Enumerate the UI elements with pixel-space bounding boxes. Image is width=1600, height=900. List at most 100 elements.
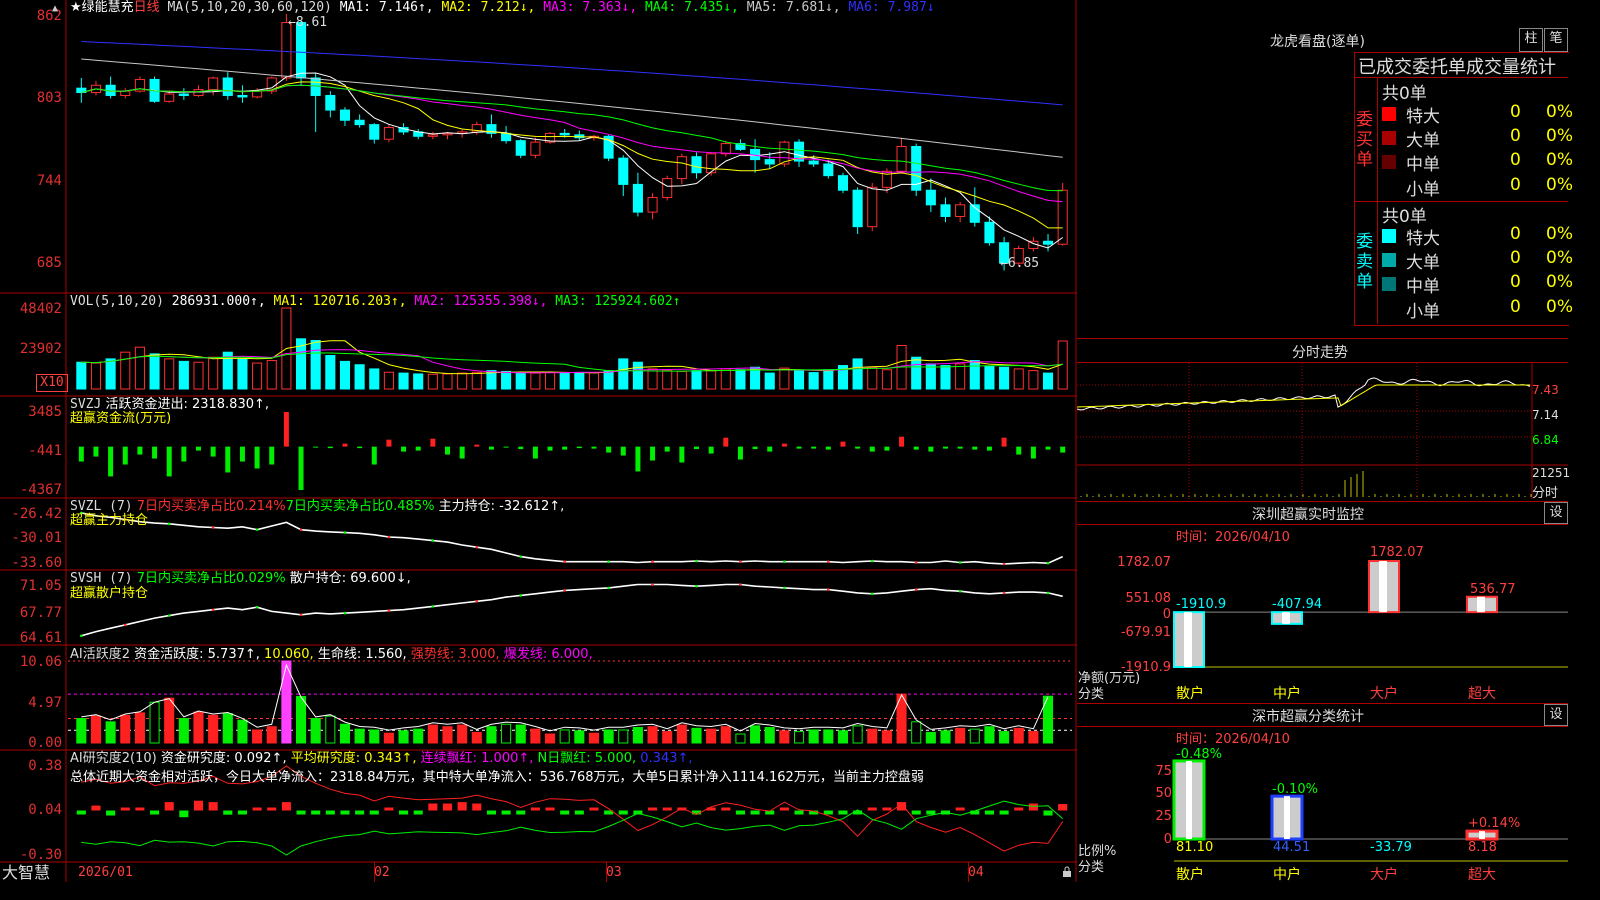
research-bar [340,810,350,815]
series-point [211,608,215,612]
ai1-ytick: 10.06 [19,654,62,670]
series-point [80,634,83,638]
volume-bar [618,358,629,390]
volume-bar [208,356,219,390]
scroll-up-icon[interactable]: ▲ [52,4,62,14]
activity-bar [706,728,717,744]
intraday-chart[interactable] [1077,363,1568,501]
class-cat: 超大 [1468,867,1496,883]
flow-bar [1030,446,1036,459]
volume-bar [911,356,922,390]
main-chart-canvas[interactable] [0,0,1077,882]
volume-bar [823,369,834,390]
series-point [475,545,479,549]
series-point [431,539,435,542]
svzl-ytick: -33.60 [11,555,62,571]
research-bar [560,810,570,815]
research-bar [999,810,1009,815]
flow-bar [1060,446,1066,453]
research-bar [779,807,789,811]
candle-body [427,134,438,137]
research-bar [311,810,321,815]
sz-settings-button[interactable]: 设 [1544,502,1568,524]
flow-bar [972,446,978,450]
flow-bar [737,446,743,460]
stock-name[interactable]: ★绿能慧充 [70,0,134,15]
activity-bar [413,728,424,744]
flow-bar [269,446,275,465]
activity-bar [852,725,863,744]
class-ytick: 50 [1155,786,1172,801]
svsh-header: SVSH (7) 7日内买卖净占比0.029% 散户持仓: 69.600↓, [70,572,411,586]
volume-bar [471,371,482,390]
volume-bar [662,370,673,390]
series-point [1046,561,1050,565]
bar-mode-button[interactable]: 柱 [1519,28,1543,52]
research-bar [618,810,628,815]
flow-bar [620,446,626,456]
candle-body [369,124,380,140]
period-label[interactable]: 日线 [134,0,160,15]
sz-time: 时间：2026/04/10 [1176,530,1290,545]
sz-ytick: -679.91 [1120,625,1171,640]
volume-bar [779,367,790,390]
flow-bar [488,446,494,450]
class-bar-shine [1479,831,1485,839]
class-settings-button[interactable]: 设 [1544,704,1568,726]
volume-bar [735,369,746,390]
svzl-subtitle: 超赢主力持仓 [70,513,149,528]
flow-bar [122,446,128,465]
research-bar [76,810,86,815]
volume-bar [852,358,863,390]
class-cat: 散户 [1176,867,1204,883]
activity-bar [647,726,658,744]
research-bar [223,810,233,815]
tick-mode-button[interactable]: 笔 [1544,28,1568,52]
flow-bar [210,446,216,457]
volume-bar [149,353,160,390]
vol-ytick: 48402 [19,301,62,317]
volume-bar [603,370,614,390]
research-bar [106,810,116,816]
svzj-ytick: -441 [28,443,62,459]
brand-label: 大智慧 [2,863,51,882]
research-bar [120,807,130,811]
sz-bar-value: 1782.07 [1370,545,1424,560]
ai1-t4: 强势线: 3.000, [410,647,500,662]
class-ytick: 75 [1155,764,1172,779]
low-price-label: ←6.85 [1000,256,1040,271]
activity-bar [823,729,834,744]
research-bar [457,802,467,811]
flow-bar [679,446,685,463]
volume-bar [427,373,438,390]
series-point [299,613,303,617]
volume-bar [339,360,351,390]
svzj-header: SVZJ 活跃资金进出: 2318.830↑, [70,398,269,412]
activity-bar [178,718,189,744]
research-bar [442,803,453,811]
research-bar [648,807,658,811]
activity-bar [559,729,570,744]
flow-bar [606,446,612,453]
research-bar [1043,810,1053,816]
svzl-ytick: -26.42 [11,506,62,522]
lock-icon[interactable] [1062,866,1072,878]
svsh-ytick: 71.05 [19,578,62,594]
volume-bar [120,351,131,390]
sz-bar-shine [1477,596,1485,613]
candle-body [208,77,219,91]
main-holding-line [81,512,1064,565]
candle-body [383,127,394,140]
flow-bar [181,446,187,462]
ai2-summary: 总体近期大资金相对活跃，今日大单净流入：2318.84万元，其中特大单净流入：5… [70,770,924,785]
activity-bar [632,727,643,744]
flow-bar [1016,446,1022,455]
buy-total: 共0单 [1382,84,1427,104]
svzj-ytick: 3485 [28,404,62,420]
candle-body [310,77,321,96]
sell-row-m: 中单 0 0% [1382,272,1573,297]
research-bar [252,807,262,811]
series-point [783,560,786,564]
ma5-label: MA5: 7.681↓, [746,0,841,15]
volume-bar [193,361,204,390]
